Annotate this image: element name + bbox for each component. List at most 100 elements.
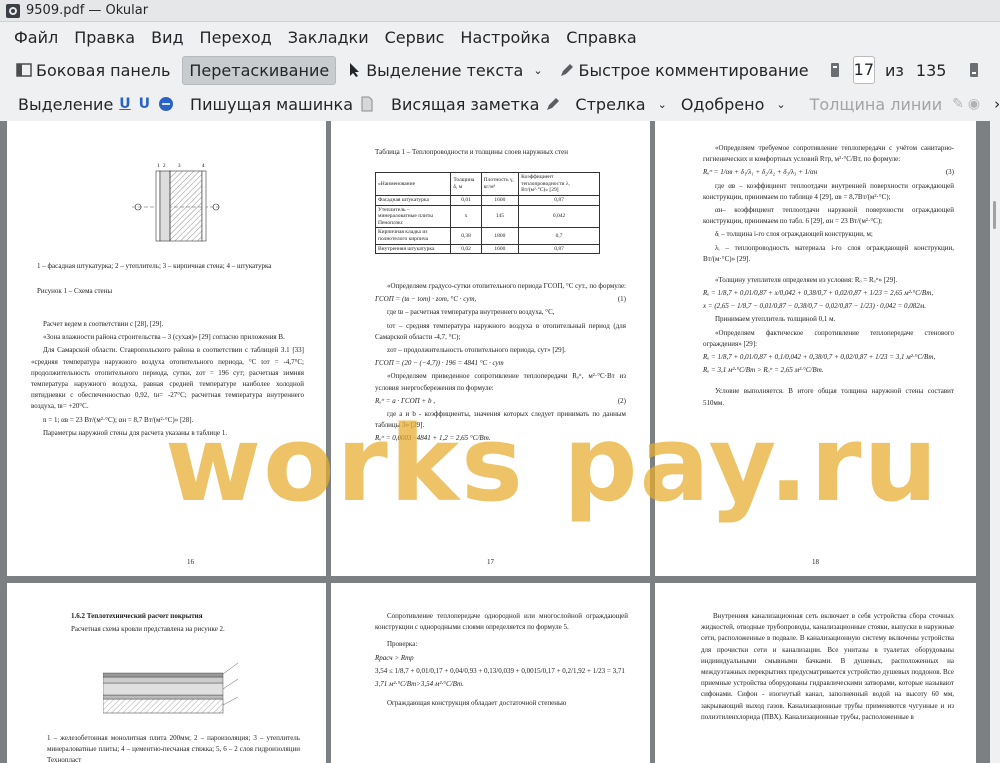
paragraph: где tв – расчетная температура внутренне… (387, 308, 555, 317)
table-cell: 1600 (480, 194, 520, 206)
formula-number: (2) (617, 396, 626, 405)
menu-file[interactable]: Файл (6, 28, 66, 47)
typewriter-label: Пишущая машинка (190, 94, 354, 114)
formula-text: Rₒᵗʳ = 1/αв + δ₁/λ₁ + δ₂/λ₂ + δ₃/λ₃ + 1/… (703, 168, 818, 177)
cursor-icon (346, 62, 362, 78)
chevron-down-icon[interactable]: ⌄ (776, 98, 785, 111)
page-number: 16 (187, 557, 194, 566)
menu-go[interactable]: Переход (192, 28, 280, 47)
section-heading: 1.6.2 Теплотехнический расчет покрытия (71, 612, 203, 620)
underline-icon[interactable]: U (119, 96, 130, 112)
table-cell: 1800 (480, 227, 520, 245)
strikeout-icon[interactable] (158, 96, 174, 112)
page-number-input[interactable]: 17 (852, 56, 875, 84)
menu-help[interactable]: Справка (558, 28, 645, 47)
sidebar-button[interactable]: Боковая панель (10, 57, 176, 84)
formula-text: ГСОП = (tв − tот) · zот, °С · сут, (375, 295, 477, 304)
line-width-button[interactable]: Толщина линии (804, 91, 949, 118)
paragraph: «Определяем фактическое сопротивление те… (703, 328, 954, 348)
paragraph: Ограждающая конструкция обладает достато… (387, 699, 567, 708)
paragraph: zот – продолжительность отопительного пе… (387, 345, 566, 354)
table-cell: Внутренняя штукатурка (374, 243, 452, 255)
figure-caption: 1 – фасадная штукатурка; 2 – утеплитель;… (37, 262, 272, 270)
typewriter-button[interactable]: Пишущая машинка (184, 91, 359, 118)
page-19: 1.6.2 Теплотехнический расчет покрытия Р… (7, 583, 326, 763)
document-view[interactable]: 12 3 4 1 – фасадная штукатурка; 2 – утепли… (0, 121, 990, 763)
table-cell: 0,042 (518, 204, 600, 229)
menu-settings[interactable]: Настройка (452, 28, 558, 47)
drag-mode-button[interactable]: Перетаскивание (182, 55, 337, 85)
paragraph: «Определяем градусо-сутки отопительного … (387, 282, 627, 290)
arrow-tool-button[interactable]: Стрелка ⌄ (569, 91, 672, 118)
next-page-icon[interactable] (966, 62, 982, 78)
menu-tools[interactable]: Сервис (377, 28, 453, 47)
svg-text:1: 1 (157, 164, 160, 169)
formula-2: 3,54 ≤ 1/8,7 + 0,01/0,17 + 0,04/0,93 + 0… (375, 666, 625, 675)
note-icon[interactable] (359, 96, 375, 112)
paragraph: δᵢ – толщина i-го слоя ограждающей конст… (715, 230, 873, 239)
pen-icon[interactable] (545, 96, 561, 112)
table-row: Фасадная штукатурка 0,01 1600 0,87 (374, 194, 600, 206)
squiggle-icon[interactable]: U (139, 96, 150, 112)
highlight-label: Выделение (18, 94, 114, 114)
page-21: Внутренняя канализационная сеть включает… (655, 583, 976, 763)
svg-text:4: 4 (202, 164, 205, 169)
table-cell: 0,87 (518, 194, 600, 206)
table-header: Толщина δ, м (450, 172, 482, 196)
toolbar-overflow-icon[interactable]: › (994, 95, 1000, 113)
paragraph: «Зона влажности района строительства – 3… (43, 333, 285, 342)
formula-text: Rₒᵗʳ = a · ГСОП + b , (375, 396, 435, 405)
menu-view[interactable]: Вид (143, 28, 191, 47)
sidebar-label: Боковая панель (36, 60, 171, 80)
paragraph: Расчет ведем в соответствии с [28], [29]… (43, 320, 164, 328)
previous-page-icon[interactable] (827, 62, 843, 78)
paragraph: Принимаем утеплитель толщиной 0,1 м. (715, 315, 836, 324)
menubar: Файл Правка Вид Переход Закладки Сервис … (0, 22, 1000, 52)
page-number: 17 (487, 557, 494, 566)
table-header: «Наименование (374, 172, 452, 196)
table-cell: Утеплитель – минераловатные плиты Пенопл… (374, 204, 452, 229)
page-17: Таблица 1 – Теплопроводности и толщины с… (331, 121, 650, 576)
vertical-scrollbar[interactable] (990, 121, 1000, 763)
sticky-note-button[interactable]: Висящая заметка (385, 91, 545, 118)
roof-scheme-figure (103, 662, 239, 714)
color-icon[interactable]: ✎ (952, 96, 964, 112)
paragraph: Расчетная схема кровли представлена на р… (71, 625, 225, 634)
svg-text:2: 2 (163, 164, 166, 169)
chevron-down-icon[interactable]: ⌄ (533, 64, 542, 77)
paragraph: tот – средняя температура наружного возд… (375, 321, 626, 341)
text-select-button[interactable]: Выделение текста ⌄ (340, 57, 548, 84)
chevron-down-icon[interactable]: ⌄ (658, 98, 667, 111)
formula-4: Rₒᵗʳ = 0,0003 · 4841 + 1,2 = 2,65 °С/Вт. (375, 434, 491, 443)
main-toolbar: Боковая панель Перетаскивание Выделение … (0, 53, 1000, 87)
page-16: 12 3 4 1 – фасадная штукатурка; 2 – утепли… (7, 121, 326, 576)
stamp-button[interactable]: Одобрено ⌄ (675, 91, 792, 118)
table-cell: x (450, 204, 482, 229)
formula-3: 3,71 м²·°С/Вт>3,54 м²·°С/Вт. (375, 679, 464, 688)
table-cell: Кирпичная кладка из полнотелого кирпича (374, 227, 452, 245)
window-titlebar: 9509.pdf — Okular (0, 0, 1000, 22)
highlight-button[interactable]: Выделение (12, 91, 119, 118)
table-row: Утеплитель – минераловатные плиты Пенопл… (374, 204, 600, 229)
paragraph: Условие выполняется. В итоге общая толщи… (703, 387, 954, 407)
wall-scheme-figure: 12 3 4 (132, 164, 222, 242)
quick-comment-label: Быстрое комментирование (578, 60, 809, 80)
menu-bookmarks[interactable]: Закладки (280, 28, 377, 47)
paragraph: Проверка: (387, 640, 418, 649)
stamp-label: Одобрено (680, 94, 765, 114)
formula-number: (1) (617, 295, 626, 304)
paragraph: n = 1; αв = 23 Вт/(м²·°С); αн = 8,7 Вт/(… (43, 415, 194, 424)
window-title: 9509.pdf — Okular (26, 3, 149, 18)
figure-caption: 1 – железобетонная монолитная плита 200м… (47, 734, 300, 763)
formula-2: ГСОП = (20 − (−4,7)) · 196 = 4841 °С · с… (375, 359, 504, 368)
table-header: Коэффициент теплопроводности λ, Вт/(м²·°… (518, 172, 600, 196)
opacity-icon[interactable]: ◉ (968, 96, 980, 112)
paragraph: Сопротивление теплопередаче однородной и… (375, 612, 628, 632)
sticky-note-label: Висящая заметка (391, 94, 540, 114)
page-20: Сопротивление теплопередаче однородной и… (331, 583, 650, 763)
scrollbar-thumb[interactable] (993, 201, 996, 229)
paragraph: «Определяем требуемое сопротивление тепл… (703, 144, 954, 164)
table-header: Плотность γ, кг/м³ (480, 172, 520, 196)
quick-comment-button[interactable]: Быстрое комментирование (553, 57, 815, 84)
menu-edit[interactable]: Правка (66, 28, 143, 47)
